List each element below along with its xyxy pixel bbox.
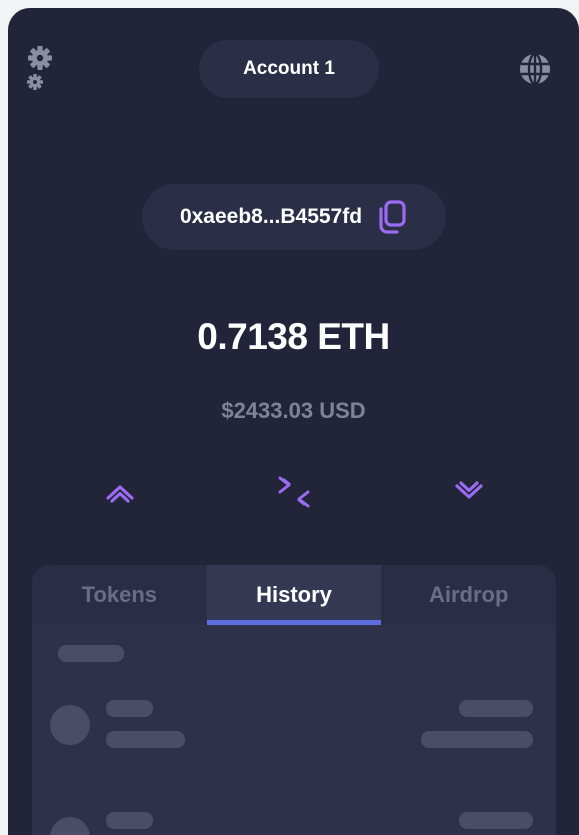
tab-history[interactable]: History bbox=[206, 565, 382, 625]
tab-airdrop[interactable]: Airdrop bbox=[381, 565, 556, 625]
swap-button[interactable] bbox=[272, 470, 316, 514]
address-pill: 0xaeeb8...B4557fd bbox=[142, 184, 446, 250]
wallet-address: 0xaeeb8...B4557fd bbox=[179, 205, 363, 228]
receive-button[interactable] bbox=[447, 470, 491, 514]
skeleton-avatar bbox=[50, 705, 90, 745]
settings-button[interactable] bbox=[26, 44, 58, 96]
skeleton-line bbox=[106, 731, 185, 748]
account-selector[interactable]: Account 1 bbox=[199, 40, 379, 98]
tab-label: History bbox=[256, 582, 332, 607]
copy-icon bbox=[379, 200, 406, 234]
skeleton-line bbox=[459, 812, 533, 829]
chevron-up-icon bbox=[106, 485, 134, 503]
crypto-balance: 0.7138 ETH bbox=[197, 316, 390, 357]
skeleton-line bbox=[106, 700, 153, 717]
tab-label: Airdrop bbox=[428, 582, 509, 607]
network-button[interactable] bbox=[518, 52, 552, 86]
chevron-down-icon bbox=[455, 481, 483, 499]
activity-panel: Tokens History Airdrop bbox=[32, 565, 556, 835]
tab-tokens[interactable]: Tokens bbox=[32, 565, 207, 625]
skeleton-line bbox=[106, 812, 153, 829]
tab-label: Tokens bbox=[81, 582, 158, 607]
skeleton-date-header bbox=[58, 645, 124, 662]
tab-bar: Tokens History Airdrop bbox=[32, 565, 556, 625]
fiat-balance: $2433.03 USD bbox=[221, 398, 366, 423]
skeleton-line bbox=[421, 731, 533, 748]
skeleton-avatar bbox=[50, 817, 90, 835]
wallet-window: Account 1 0xaeeb8...B4557fd 0.7138 ETH $… bbox=[8, 8, 579, 835]
copy-address-button[interactable] bbox=[376, 199, 408, 235]
swap-icon bbox=[278, 476, 310, 508]
account-name: Account 1 bbox=[243, 58, 335, 79]
history-list bbox=[32, 625, 556, 835]
globe-icon bbox=[520, 52, 550, 86]
skeleton-line bbox=[459, 700, 533, 717]
gear-icon bbox=[27, 46, 52, 90]
send-button[interactable] bbox=[98, 470, 142, 514]
